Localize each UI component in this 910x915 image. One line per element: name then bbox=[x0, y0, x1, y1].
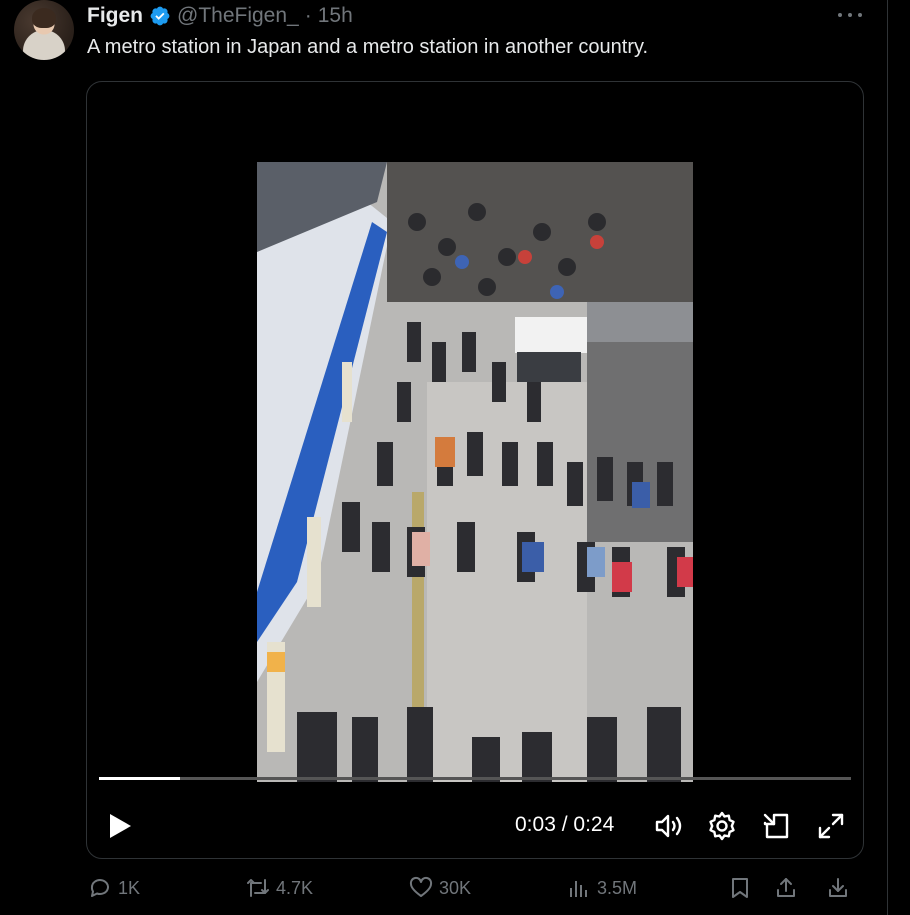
verified-badge-icon[interactable] bbox=[149, 5, 171, 27]
heart-icon bbox=[409, 876, 433, 897]
views-button[interactable]: 3.5M bbox=[567, 876, 637, 900]
post-time[interactable]: 15h bbox=[318, 4, 353, 28]
tweet-header: Figen @TheFigen_ · 15h bbox=[87, 3, 353, 29]
repost-icon bbox=[247, 879, 269, 897]
author-name[interactable]: Figen bbox=[87, 4, 143, 28]
repost-button[interactable]: 4.7K bbox=[246, 876, 313, 900]
download-button[interactable] bbox=[826, 876, 850, 900]
column-divider bbox=[887, 0, 888, 915]
like-button[interactable]: 30K bbox=[409, 876, 471, 900]
more-options-icon[interactable] bbox=[838, 6, 862, 24]
repost-count: 4.7K bbox=[276, 877, 314, 898]
play-icon[interactable] bbox=[107, 812, 133, 840]
tweet-actions: 1K 4.7K 30K 3.5M bbox=[0, 876, 910, 910]
reply-count: 1K bbox=[118, 877, 141, 898]
current-time: 0:03 bbox=[515, 813, 556, 836]
tweet-text: A metro station in Japan and a metro sta… bbox=[87, 36, 649, 58]
video-progress-bar[interactable] bbox=[99, 777, 851, 780]
settings-gear-icon[interactable] bbox=[706, 810, 738, 842]
like-count: 30K bbox=[439, 877, 472, 898]
video-timecode: 0:03 / 0:24 bbox=[515, 813, 614, 837]
author-handle[interactable]: @TheFigen_ bbox=[177, 4, 299, 28]
picture-in-picture-icon[interactable] bbox=[761, 810, 793, 842]
download-icon bbox=[829, 878, 847, 897]
fullscreen-icon[interactable] bbox=[815, 810, 847, 842]
time-separator: / bbox=[561, 813, 568, 836]
video-duration: 0:24 bbox=[573, 813, 615, 836]
share-button[interactable] bbox=[774, 876, 798, 900]
separator-dot: · bbox=[304, 4, 312, 27]
volume-icon[interactable] bbox=[653, 810, 685, 842]
author-avatar[interactable] bbox=[14, 0, 74, 60]
reply-icon bbox=[90, 879, 109, 897]
video-still-image bbox=[257, 162, 693, 782]
video-player[interactable]: 0:03 / 0:24 bbox=[86, 81, 864, 859]
bookmark-icon bbox=[732, 878, 748, 898]
share-icon bbox=[777, 878, 795, 897]
bookmark-button[interactable] bbox=[728, 876, 752, 900]
video-frame[interactable] bbox=[257, 162, 693, 782]
reply-button[interactable]: 1K bbox=[88, 876, 140, 900]
video-progress-fill bbox=[99, 777, 181, 780]
view-count: 3.5M bbox=[597, 877, 638, 898]
views-chart-icon bbox=[570, 881, 587, 897]
